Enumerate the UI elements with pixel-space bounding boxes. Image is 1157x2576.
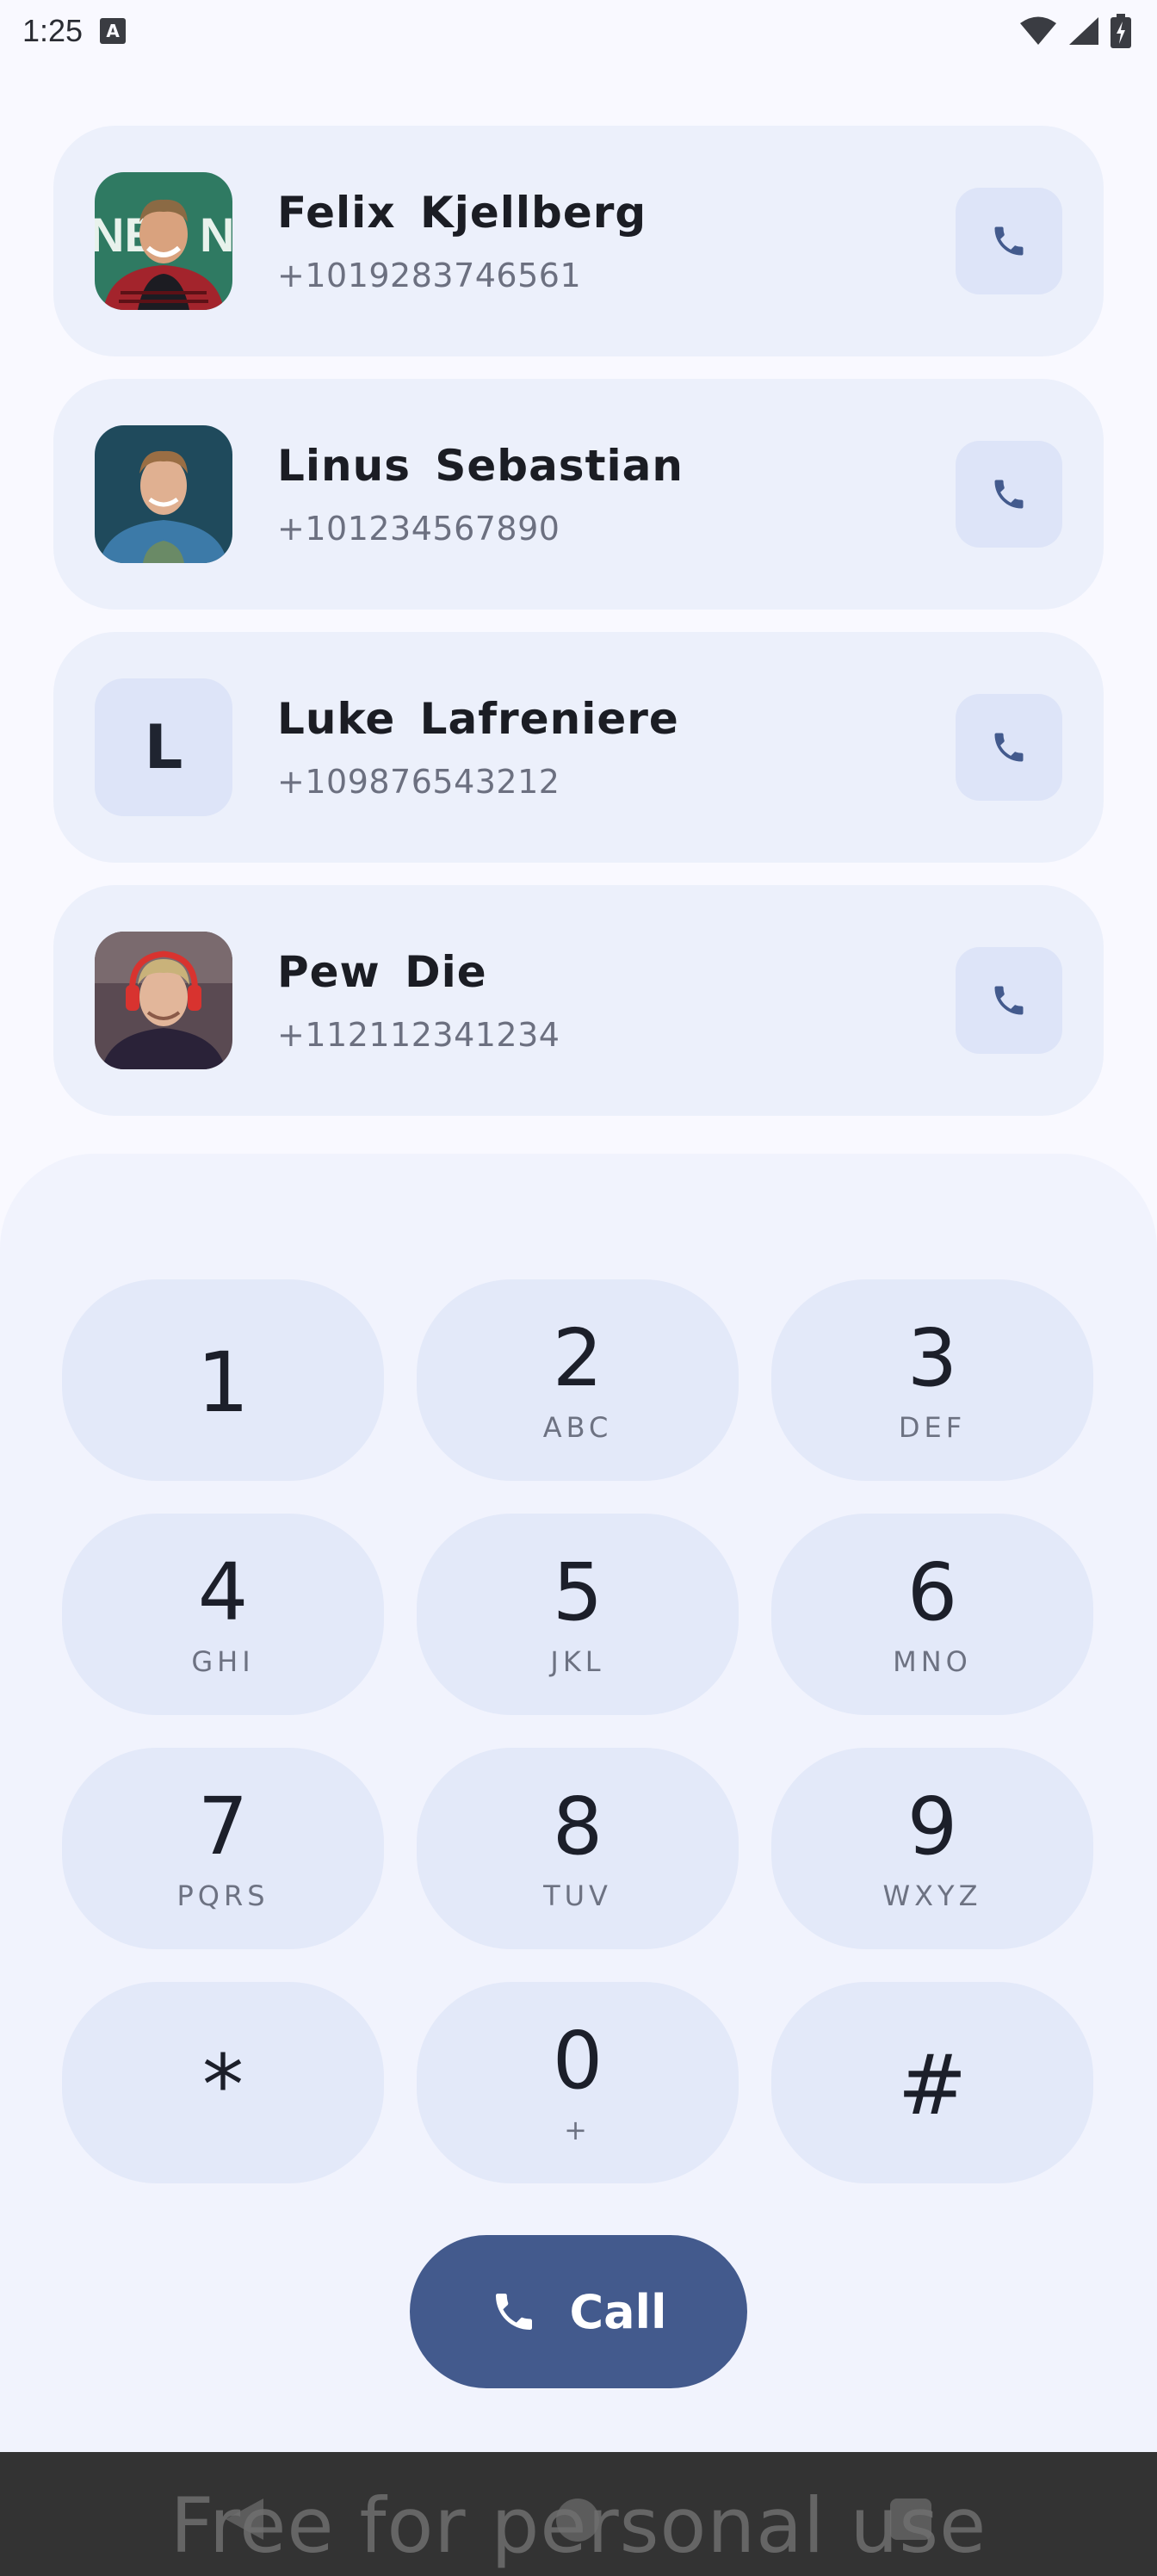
avatar: NE N xyxy=(95,172,232,310)
key-digit: 1 xyxy=(196,1334,250,1431)
contact-text: Linus Sebastian +101234567890 xyxy=(277,441,956,548)
key-letters: PQRS xyxy=(176,1879,269,1912)
call-button[interactable]: Call xyxy=(410,2235,747,2388)
key-digit: 4 xyxy=(197,1546,249,1638)
key-digit: 6 xyxy=(906,1546,958,1638)
avatar xyxy=(95,932,232,1069)
key-letters: JKL xyxy=(550,1645,605,1678)
contact-name: Linus Sebastian xyxy=(277,441,684,491)
key-5[interactable]: 5 JKL xyxy=(417,1514,739,1715)
keypad: 1 2 ABC 3 DEF 4 GHI 5 JKL 6 MNO 7 PQRS 8… xyxy=(62,1279,1095,2183)
navigation-bar: Free for personal use xyxy=(0,2452,1157,2576)
contact-phone: +1019283746561 xyxy=(277,257,582,294)
key-2[interactable]: 2 ABC xyxy=(417,1279,739,1481)
key-digit: 8 xyxy=(552,1780,603,1873)
contact-card[interactable]: NE N Felix Kjellberg +1019283746561 xyxy=(53,126,1104,356)
key-3[interactable]: 3 DEF xyxy=(771,1279,1093,1481)
contact-phone: +109876543212 xyxy=(277,763,560,801)
phone-icon xyxy=(994,226,1024,256)
key-8[interactable]: 8 TUV xyxy=(417,1748,739,1949)
watermark-text: Free for personal use xyxy=(170,2481,987,2570)
key-star[interactable]: * xyxy=(62,1982,384,2183)
phone-icon xyxy=(994,986,1024,1015)
key-digit: 2 xyxy=(552,1312,603,1404)
contact-phone: +101234567890 xyxy=(277,510,560,548)
call-contact-button[interactable] xyxy=(956,441,1062,548)
key-9[interactable]: 9 WXYZ xyxy=(771,1748,1093,1949)
contact-text: Luke Lafreniere +109876543212 xyxy=(277,694,956,801)
key-digit: 0 xyxy=(552,2015,603,2107)
key-4[interactable]: 4 GHI xyxy=(62,1514,384,1715)
key-0[interactable]: 0 + xyxy=(417,1982,739,2183)
status-right xyxy=(1019,14,1131,48)
avatar xyxy=(95,425,232,563)
notification-a-icon: A xyxy=(100,18,127,44)
contact-phone: +112112341234 xyxy=(277,1016,560,1054)
dialer-panel: 1 2 ABC 3 DEF 4 GHI 5 JKL 6 MNO 7 PQRS 8… xyxy=(0,1154,1157,2452)
key-letters: TUV xyxy=(543,1879,612,1912)
svg-text:N: N xyxy=(200,207,232,262)
contact-text: Felix Kjellberg +1019283746561 xyxy=(277,188,956,294)
status-bar: 1:25 A xyxy=(0,0,1157,62)
status-left: 1:25 A xyxy=(22,13,127,49)
contact-name: Luke Lafreniere xyxy=(277,694,679,744)
key-letters: MNO xyxy=(893,1645,972,1678)
wifi-icon xyxy=(1020,16,1056,45)
key-letters: WXYZ xyxy=(882,1879,982,1912)
key-6[interactable]: 6 MNO xyxy=(771,1514,1093,1715)
status-time: 1:25 xyxy=(22,13,84,48)
contact-card[interactable]: Linus Sebastian +101234567890 xyxy=(53,379,1104,610)
contact-card[interactable]: Pew Die +112112341234 xyxy=(53,885,1104,1116)
avatar-letter: L xyxy=(95,678,232,816)
call-button-label: Call xyxy=(569,2284,667,2339)
battery-charging-icon xyxy=(1111,14,1131,48)
call-contact-button[interactable] xyxy=(956,188,1062,294)
signal-icon xyxy=(1069,17,1098,45)
key-digit: 3 xyxy=(906,1312,958,1404)
key-digit: 5 xyxy=(552,1546,603,1638)
phone-icon xyxy=(496,2294,533,2330)
contact-list: NE N Felix Kjellberg +1019283746561 Linu… xyxy=(53,126,1104,1138)
call-contact-button[interactable] xyxy=(956,694,1062,801)
key-7[interactable]: 7 PQRS xyxy=(62,1748,384,1949)
phone-icon xyxy=(994,480,1024,509)
key-digit: * xyxy=(202,2037,244,2133)
key-letters: GHI xyxy=(191,1645,255,1678)
key-letters: + xyxy=(564,2114,591,2146)
contact-name: Pew Die xyxy=(277,947,487,997)
key-hash[interactable]: # xyxy=(771,1982,1093,2183)
key-letters: DEF xyxy=(898,1411,967,1444)
key-digit: 9 xyxy=(906,1780,958,1873)
phone-icon xyxy=(994,733,1024,762)
call-contact-button[interactable] xyxy=(956,947,1062,1054)
contact-text: Pew Die +112112341234 xyxy=(277,947,956,1054)
key-digit: 7 xyxy=(197,1780,249,1873)
key-1[interactable]: 1 xyxy=(62,1279,384,1481)
key-letters: ABC xyxy=(542,1411,613,1444)
contact-card[interactable]: L Luke Lafreniere +109876543212 xyxy=(53,632,1104,863)
contact-name: Felix Kjellberg xyxy=(277,188,647,238)
key-digit: # xyxy=(897,2037,968,2133)
